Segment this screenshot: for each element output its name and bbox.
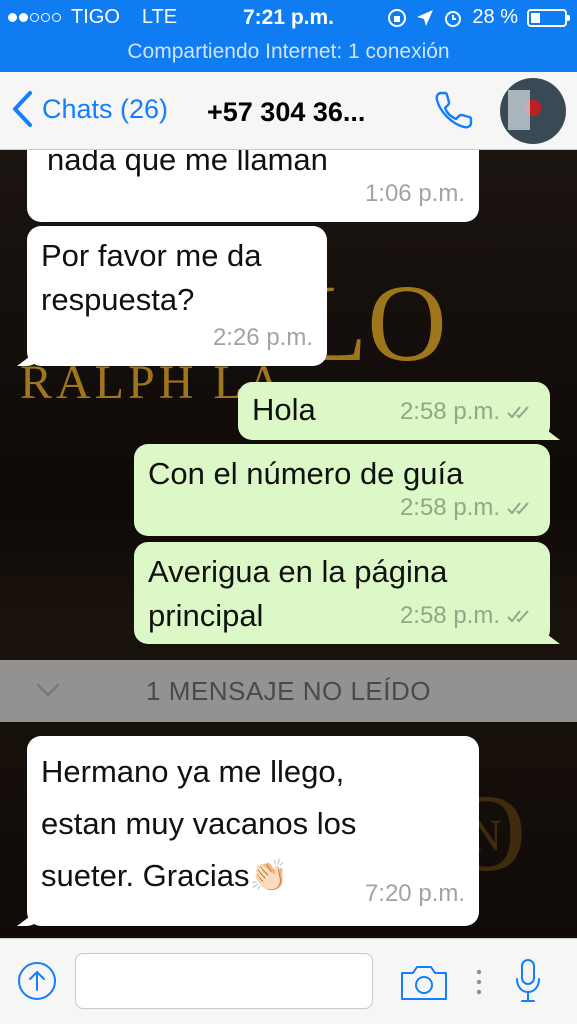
contact-avatar[interactable] [500, 78, 566, 144]
unread-messages-banner: 1 MENSAJE NO LEÍDO [0, 660, 577, 722]
contact-name[interactable]: +57 304 36... [207, 97, 365, 128]
chat-area[interactable]: LO RALPH LA OLO N nada que me llaman 1:0… [0, 150, 577, 938]
message-text: Por favor me da respuesta? [41, 238, 262, 317]
message-outgoing[interactable]: Con el número de guía 2:58 p.m. [134, 444, 550, 536]
message-time: 2:26 p.m. [212, 324, 313, 351]
battery-percent: 28 % [472, 6, 518, 28]
message-time: 7:20 p.m. [364, 880, 465, 907]
double-check-icon [507, 610, 529, 623]
chevron-down-icon[interactable] [34, 676, 62, 704]
double-check-icon [507, 502, 529, 515]
message-time: 2:58 p.m. [399, 494, 500, 521]
location-arrow-icon [417, 9, 434, 26]
phone-call-icon[interactable] [432, 88, 476, 132]
battery-icon [527, 8, 570, 27]
message-input[interactable] [75, 953, 373, 1009]
more-options-icon[interactable] [476, 969, 482, 995]
message-incoming[interactable]: Por favor me da respuesta? 2:26 p.m. [27, 226, 327, 366]
message-input-bar [0, 938, 577, 1024]
message-time: 2:58 p.m. [399, 602, 500, 629]
status-bar: TIGO LTE 7:21 p.m. 28 % Compartiendo Int… [0, 0, 577, 72]
chevron-left-icon [13, 91, 32, 127]
alarm-icon [445, 10, 462, 27]
message-outgoing[interactable]: Averigua en la página principal 2:58 p.m… [134, 542, 550, 644]
rotation-lock-icon [388, 8, 407, 27]
microphone-icon[interactable] [512, 957, 544, 1005]
chat-header: Chats (26) +57 304 36... [0, 72, 577, 150]
upload-arrow-icon[interactable] [17, 961, 57, 1001]
double-check-icon [507, 406, 529, 419]
back-label: Chats (26) [42, 93, 169, 124]
message-time: 2:58 p.m. [399, 398, 500, 425]
back-button[interactable]: Chats (26) [10, 90, 168, 128]
unread-label: 1 MENSAJE NO LEÍDO [146, 675, 431, 706]
message-incoming[interactable]: nada que me llaman 1:06 p.m. [27, 150, 479, 222]
message-time: 1:06 p.m. [364, 180, 465, 207]
camera-icon[interactable] [400, 963, 448, 1001]
hotspot-banner[interactable]: Compartiendo Internet: 1 conexión [0, 40, 577, 64]
message-incoming[interactable]: Hermano ya me llego, estan muy vacanos l… [27, 736, 479, 926]
message-outgoing[interactable]: Hola 2:58 p.m. [238, 382, 550, 440]
